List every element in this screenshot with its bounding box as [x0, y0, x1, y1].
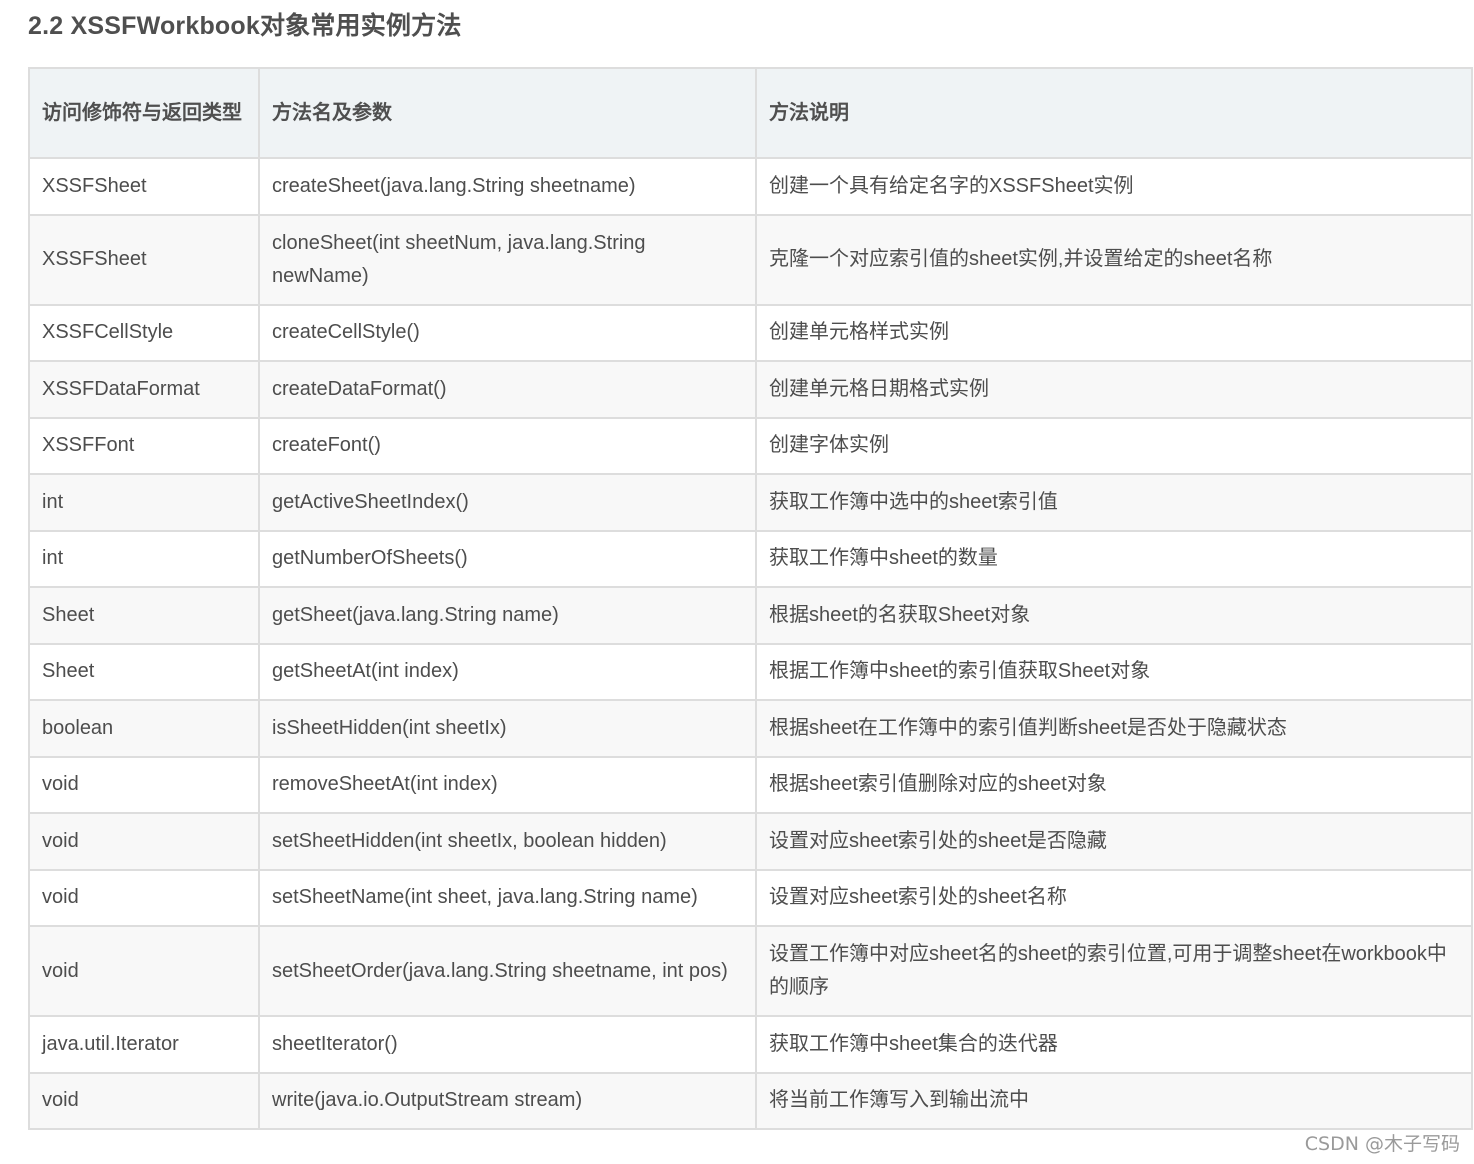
cell-description: 根据sheet在工作簿中的索引值判断sheet是否处于隐藏状态 — [755, 699, 1473, 758]
cell-description: 获取工作簿中sheet集合的迭代器 — [755, 1015, 1473, 1074]
table-row: Sheet getSheet(java.lang.String name) 根据… — [28, 586, 1473, 645]
cell-description: 创建字体实例 — [755, 416, 1473, 475]
cell-method: createDataFormat() — [258, 360, 757, 419]
table-row: java.util.Iterator sheetIterator() 获取工作簿… — [28, 1015, 1473, 1074]
table-row: int getNumberOfSheets() 获取工作簿中sheet的数量 — [28, 529, 1473, 588]
cell-method: isSheetHidden(int sheetIx) — [258, 699, 757, 758]
header-method-signature: 方法名及参数 — [258, 67, 757, 159]
cell-description: 根据sheet索引值删除对应的sheet对象 — [755, 755, 1473, 814]
cell-return-type: java.util.Iterator — [28, 1015, 260, 1074]
cell-return-type: XSSFCellStyle — [28, 303, 260, 362]
table-row: XSSFSheet cloneSheet(int sheetNum, java.… — [28, 213, 1473, 306]
cell-method: write(java.io.OutputStream stream) — [258, 1071, 757, 1130]
cell-return-type: int — [28, 529, 260, 588]
cell-description: 获取工作簿中sheet的数量 — [755, 529, 1473, 588]
cell-method: setSheetHidden(int sheetIx, boolean hidd… — [258, 812, 757, 871]
table-row: void setSheetOrder(java.lang.String shee… — [28, 925, 1473, 1017]
cell-return-type: void — [28, 925, 260, 1017]
cell-method: cloneSheet(int sheetNum, java.lang.Strin… — [258, 213, 757, 306]
cell-return-type: XSSFDataFormat — [28, 360, 260, 419]
methods-table: 访问修饰符与返回类型 方法名及参数 方法说明 XSSFSheet createS… — [28, 67, 1473, 1130]
cell-description: 克隆一个对应索引值的sheet实例,并设置给定的sheet名称 — [755, 213, 1473, 306]
table-row: XSSFFont createFont() 创建字体实例 — [28, 416, 1473, 475]
table-row: Sheet getSheetAt(int index) 根据工作簿中sheet的… — [28, 642, 1473, 701]
cell-method: setSheetOrder(java.lang.String sheetname… — [258, 925, 757, 1017]
cell-method: createSheet(java.lang.String sheetname) — [258, 157, 757, 216]
cell-method: getActiveSheetIndex() — [258, 473, 757, 532]
table-row: boolean isSheetHidden(int sheetIx) 根据she… — [28, 699, 1473, 758]
watermark: CSDN @木子写码 — [1304, 1133, 1460, 1155]
cell-return-type: Sheet — [28, 586, 260, 645]
cell-return-type: XSSFSheet — [28, 157, 260, 216]
page: 2.2 XSSFWorkbook对象常用实例方法 访问修饰符与返回类型 方法名及… — [0, 0, 1474, 1164]
section-title: 2.2 XSSFWorkbook对象常用实例方法 — [28, 12, 462, 40]
table-row: int getActiveSheetIndex() 获取工作簿中选中的sheet… — [28, 473, 1473, 532]
table-row: void setSheetHidden(int sheetIx, boolean… — [28, 812, 1473, 871]
table-row: XSSFSheet createSheet(java.lang.String s… — [28, 157, 1473, 216]
cell-return-type: void — [28, 812, 260, 871]
cell-method: sheetIterator() — [258, 1015, 757, 1074]
cell-method: getSheetAt(int index) — [258, 642, 757, 701]
table-row: XSSFCellStyle createCellStyle() 创建单元格样式实… — [28, 303, 1473, 362]
cell-method: getSheet(java.lang.String name) — [258, 586, 757, 645]
cell-description: 根据工作簿中sheet的索引值获取Sheet对象 — [755, 642, 1473, 701]
cell-return-type: void — [28, 868, 260, 927]
cell-return-type: boolean — [28, 699, 260, 758]
cell-method: setSheetName(int sheet, java.lang.String… — [258, 868, 757, 927]
cell-method: createFont() — [258, 416, 757, 475]
table-header-row: 访问修饰符与返回类型 方法名及参数 方法说明 — [28, 67, 1473, 159]
cell-return-type: Sheet — [28, 642, 260, 701]
cell-description: 将当前工作簿写入到输出流中 — [755, 1071, 1473, 1130]
cell-return-type: XSSFSheet — [28, 213, 260, 306]
cell-description: 设置对应sheet索引处的sheet是否隐藏 — [755, 812, 1473, 871]
cell-description: 创建一个具有给定名字的XSSFSheet实例 — [755, 157, 1473, 216]
table-row: void write(java.io.OutputStream stream) … — [28, 1071, 1473, 1130]
cell-description: 创建单元格日期格式实例 — [755, 360, 1473, 419]
cell-method: createCellStyle() — [258, 303, 757, 362]
table-row: void removeSheetAt(int index) 根据sheet索引值… — [28, 755, 1473, 814]
cell-method: getNumberOfSheets() — [258, 529, 757, 588]
cell-return-type: XSSFFont — [28, 416, 260, 475]
cell-description: 获取工作簿中选中的sheet索引值 — [755, 473, 1473, 532]
cell-description: 根据sheet的名获取Sheet对象 — [755, 586, 1473, 645]
cell-description: 设置工作簿中对应sheet名的sheet的索引位置,可用于调整sheet在wor… — [755, 925, 1473, 1017]
cell-return-type: void — [28, 1071, 260, 1130]
table-row: void setSheetName(int sheet, java.lang.S… — [28, 868, 1473, 927]
cell-return-type: int — [28, 473, 260, 532]
cell-description: 设置对应sheet索引处的sheet名称 — [755, 868, 1473, 927]
cell-return-type: void — [28, 755, 260, 814]
table-row: XSSFDataFormat createDataFormat() 创建单元格日… — [28, 360, 1473, 419]
header-return-type: 访问修饰符与返回类型 — [28, 67, 260, 159]
header-method-description: 方法说明 — [755, 67, 1473, 159]
cell-description: 创建单元格样式实例 — [755, 303, 1473, 362]
cell-method: removeSheetAt(int index) — [258, 755, 757, 814]
